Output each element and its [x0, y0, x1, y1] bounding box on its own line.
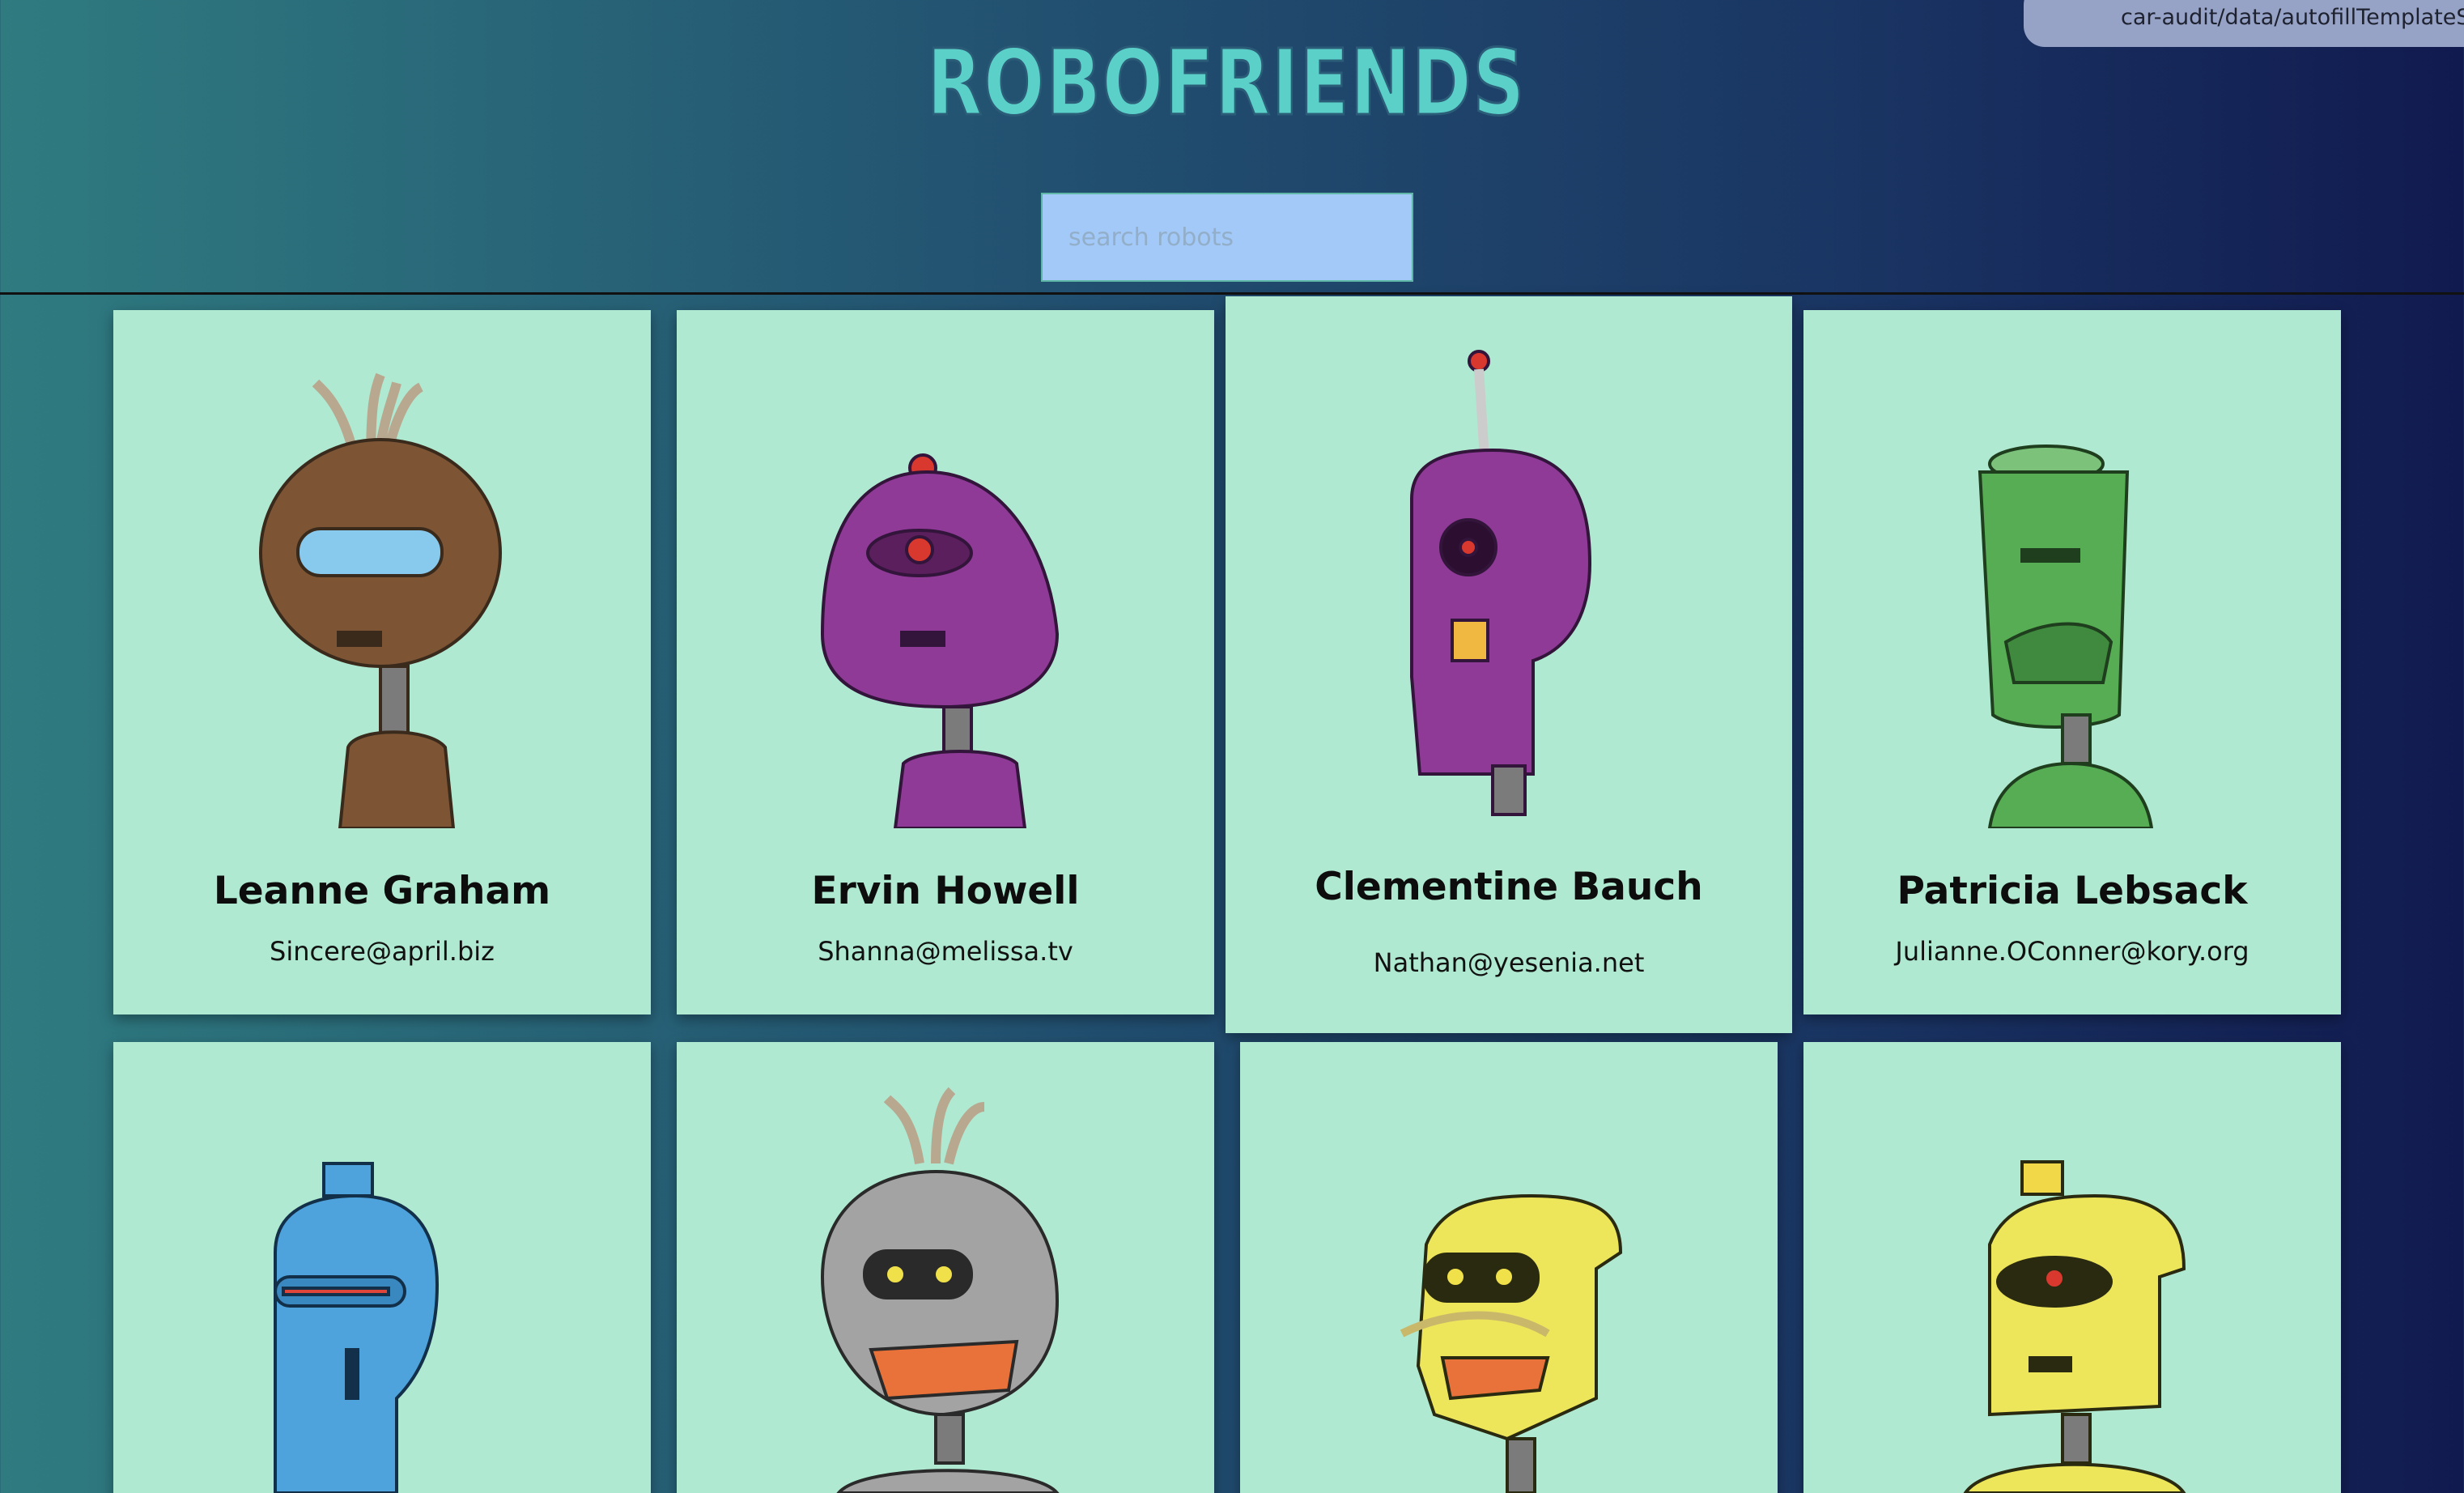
robot-card[interactable]: Patricia Lebsack Julianne.OConner@kory.o…	[1803, 310, 2341, 1014]
robot-card[interactable]	[1240, 1042, 1778, 1493]
robot-card[interactable]	[113, 1042, 651, 1493]
yellow-mustache-robot-icon	[1400, 1193, 1623, 1493]
robot-card[interactable]: Leanne Graham Sincere@april.biz	[113, 310, 651, 1014]
blue-robot-icon	[274, 1162, 440, 1493]
robot-name: Ervin Howell	[811, 869, 1080, 913]
robot-email: Shanna@melissa.tv	[818, 936, 1073, 967]
robot-name: Leanne Graham	[213, 869, 551, 913]
robot-card[interactable]	[677, 1042, 1214, 1493]
purple-robot-icon	[820, 453, 1060, 828]
toast-text: car-audit/data/autofillTemplateSchema	[2121, 5, 2464, 30]
robot-email: Julianne.OConner@kory.org	[1895, 936, 2249, 967]
grey-robot-icon	[820, 1087, 1060, 1493]
green-robot-icon	[1978, 444, 2154, 828]
robot-card[interactable]: Clementine Bauch Nathan@yesenia.net	[1226, 296, 1792, 1033]
robot-name: Patricia Lebsack	[1897, 869, 2248, 913]
notification-toast[interactable]: car-audit/data/autofillTemplateSchema	[2024, 0, 2464, 47]
purple-cyclops-robot-icon	[1410, 350, 1592, 816]
robot-name: Clementine Bauch	[1315, 865, 1703, 909]
robot-card[interactable]	[1803, 1042, 2341, 1493]
app-logo: ROBOFRIENDS	[923, 30, 1530, 138]
robot-email: Sincere@april.biz	[270, 936, 495, 967]
yellow-robot-icon	[1963, 1160, 2186, 1493]
search-input[interactable]	[1041, 193, 1413, 282]
logo-graphic: ROBOFRIENDS	[926, 30, 1526, 138]
robot-email: Nathan@yesenia.net	[1373, 947, 1645, 978]
app-title: ROBOFRIENDS	[927, 37, 1526, 126]
brown-robot-icon	[259, 372, 502, 828]
robot-card[interactable]: Ervin Howell Shanna@melissa.tv	[677, 310, 1214, 1014]
